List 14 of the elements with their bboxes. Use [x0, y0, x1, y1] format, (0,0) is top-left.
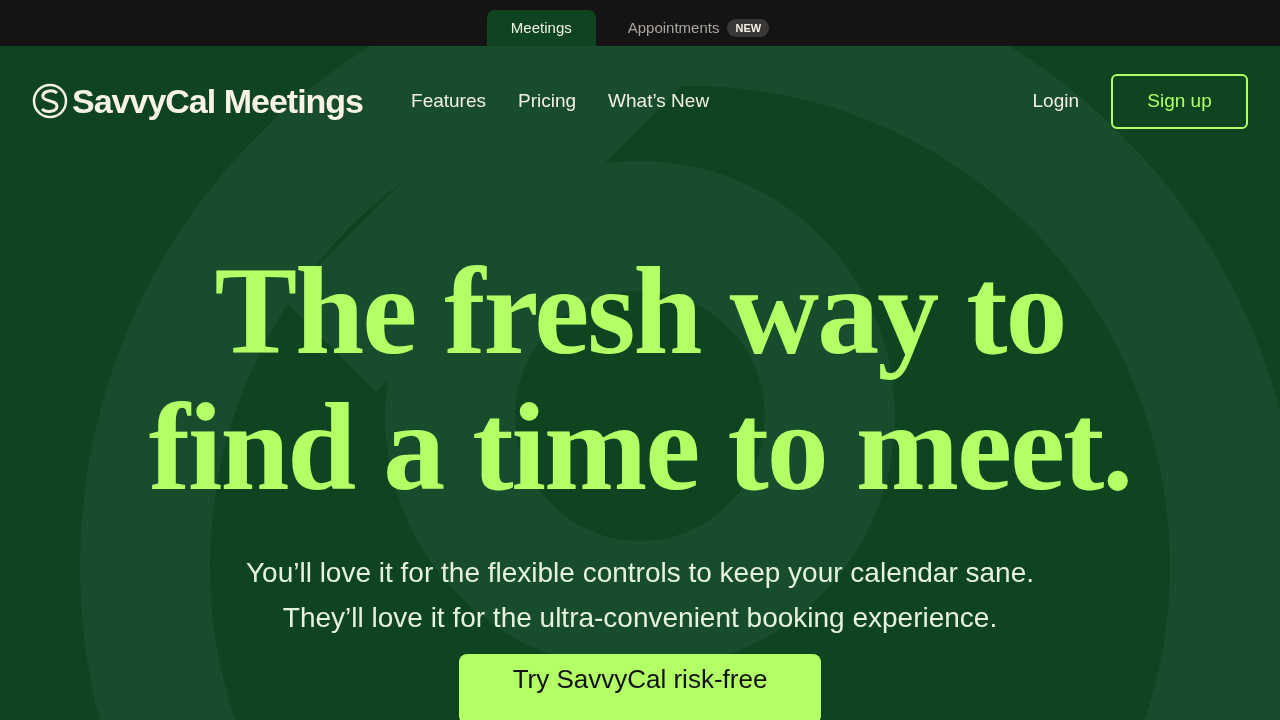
logo-text: SavvyCal Meetings — [72, 80, 364, 122]
nav-link[interactable]: What’s New — [608, 86, 710, 116]
nav-link[interactable]: Features — [411, 86, 486, 116]
logo[interactable]: SavvyCal Meetings — [32, 75, 364, 127]
signup-button[interactable]: Sign up — [1111, 73, 1248, 129]
product-tab[interactable]: Appointments NEW — [603, 10, 794, 46]
product-tab[interactable]: Meetings — [486, 10, 596, 46]
cta-button[interactable]: Try SavvyCal risk-free — [459, 654, 821, 720]
logo-icon — [32, 82, 68, 120]
hero-headline: The fresh way to find a time to meet. — [148, 244, 1132, 516]
login-link[interactable]: Login — [1032, 86, 1079, 116]
hero-subtitle: You’ll love it for the flexible controls to keep your calendar sane. They’ll love it for the ultra-convenient booking experience. — [245, 556, 1035, 635]
nav-link[interactable]: Pricing — [518, 86, 577, 116]
new-badge: NEW — [727, 18, 770, 38]
